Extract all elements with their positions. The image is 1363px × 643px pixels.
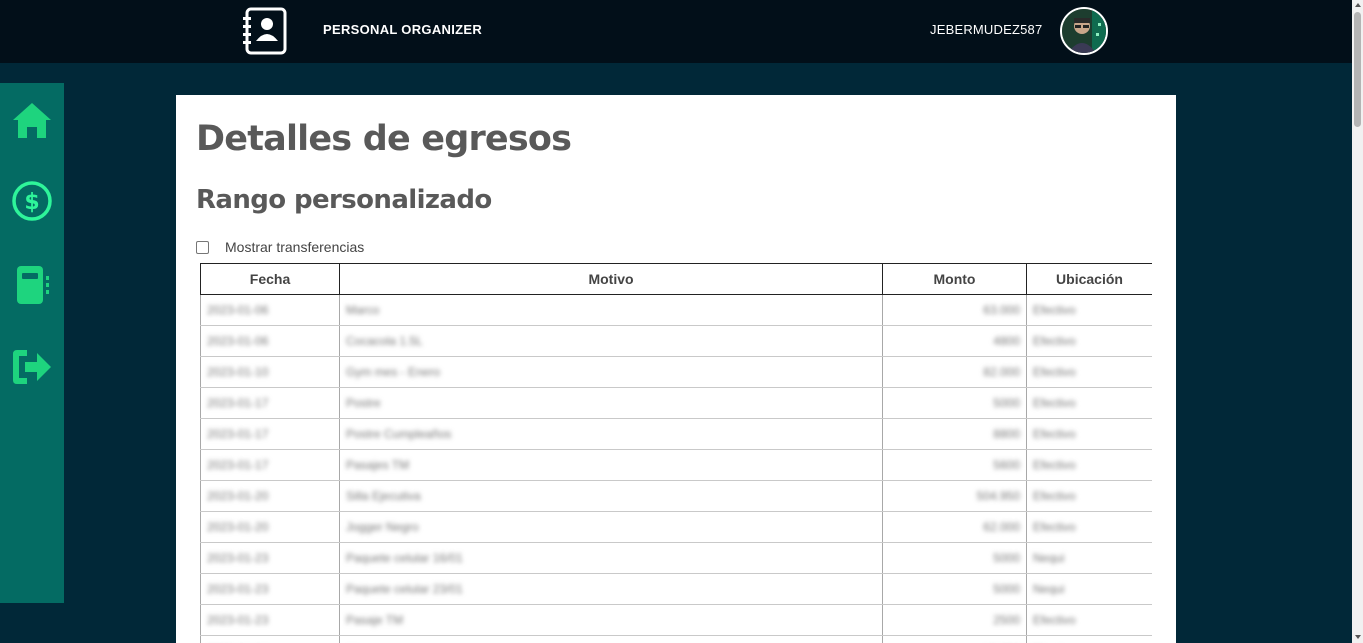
cell-motivo: Gym mes - Enero xyxy=(339,356,883,388)
cell-motivo: Postre xyxy=(339,387,883,419)
table-row[interactable]: 2023-01-10 Gym mes - Enero 82.000 Efectivo xyxy=(200,356,1152,388)
cell-monto: 5000 xyxy=(882,387,1027,419)
cell-motivo: Pasaje TM xyxy=(339,604,883,636)
cell-fecha: 2023-01-17 xyxy=(200,418,340,450)
show-transfers-label[interactable]: Mostrar transferencias xyxy=(225,239,364,255)
cell-fecha: 2023-01-06 xyxy=(200,325,340,357)
cell-fecha: 2023-01-23 xyxy=(200,573,340,605)
cell-ubicacion: Efectivo xyxy=(1026,511,1152,543)
dollar-icon[interactable]: $ xyxy=(10,179,54,223)
cell-ubicacion: Efectivo xyxy=(1026,294,1152,326)
logout-icon[interactable] xyxy=(10,345,54,389)
cell-motivo: Cocacola 1.5L xyxy=(339,325,883,357)
cell-monto: 63.000 xyxy=(882,294,1027,326)
cell-motivo: Silla Ejecutiva xyxy=(339,480,883,512)
table-header-row: Fecha Motivo Monto Ubicación xyxy=(200,263,1152,295)
cell-fecha: 2023-01-20 xyxy=(200,480,340,512)
table-row[interactable]: 2023-01-17 Pasajes TM 5600 Efectivo xyxy=(200,449,1152,481)
scroll-thumb[interactable] xyxy=(1354,12,1361,127)
cell-fecha: 2023-01-17 xyxy=(200,387,340,419)
cell-ubicacion: Efectivo xyxy=(1026,325,1152,357)
cell-motivo: Paquete celular 23/01 xyxy=(339,573,883,605)
username[interactable]: JEBERMUDEZ587 xyxy=(930,22,1042,37)
cell-monto: 5000 xyxy=(882,573,1027,605)
cell-monto: 62.000 xyxy=(882,511,1027,543)
user-avatar[interactable] xyxy=(1060,7,1108,55)
column-header-ubicacion[interactable]: Ubicación xyxy=(1026,263,1152,295)
cell-fecha: 2023-01-10 xyxy=(200,356,340,388)
svg-text:$: $ xyxy=(24,190,39,215)
cell-motivo: Postre Cumpleaños xyxy=(339,418,883,450)
cell-ubicacion: Nequi xyxy=(1026,542,1152,574)
cell-fecha: 2023-01-23 xyxy=(200,604,340,636)
scroll-down-arrow[interactable] xyxy=(1355,635,1361,639)
cell-ubicacion: Efectivo xyxy=(1026,356,1152,388)
cell-monto: 82.000 xyxy=(882,356,1027,388)
expenses-table: Fecha Motivo Monto Ubicación 2023-01-06 M… xyxy=(200,263,1152,643)
table-row[interactable]: 2023-01-20 Silla Ejecutiva 504.950 Efectivo xyxy=(200,480,1152,512)
cell-fecha: 2023-01-24 xyxy=(200,635,340,643)
cell-monto: 4800 xyxy=(882,325,1027,357)
column-header-fecha[interactable]: Fecha xyxy=(200,263,340,295)
contact-book-icon[interactable] xyxy=(241,7,289,55)
table-row[interactable]: 2023-01-20 Jogger Negro 62.000 Efectivo xyxy=(200,511,1152,543)
cell-ubicacion: Nequi xyxy=(1026,573,1152,605)
cell-monto: 5600 xyxy=(882,449,1027,481)
cell-fecha: 2023-01-20 xyxy=(200,511,340,543)
table-row[interactable]: 2023-01-24Almuerzo15.000Efectivo xyxy=(200,635,1152,643)
cell-motivo: Pasajes TM xyxy=(339,449,883,481)
cell-motivo: Marco xyxy=(339,294,883,326)
top-navbar: PERSONAL ORGANIZER JEBERMUDEZ587 xyxy=(0,0,1352,63)
notebook-icon[interactable] xyxy=(10,263,54,307)
sidebar: $ xyxy=(0,83,64,603)
table-body: 2023-01-06 Marco 63.000 Efectivo 2023-01-06 C… xyxy=(200,294,1152,643)
cell-fecha: 2023-01-17 xyxy=(200,449,340,481)
table-row[interactable]: 2023-01-23 Pasaje TM 2500 Efectivo xyxy=(200,604,1152,636)
page-scrollbar[interactable] xyxy=(1352,0,1363,643)
home-icon[interactable] xyxy=(10,99,54,143)
show-transfers-row[interactable]: Mostrar transferencias xyxy=(196,239,364,255)
table-row[interactable]: 2023-01-06 Marco 63.000 Efectivo xyxy=(200,294,1152,326)
cell-fecha: 2023-01-06 xyxy=(200,294,340,326)
cell-monto: 2500 xyxy=(882,604,1027,636)
cell-monto: 15.000 xyxy=(882,635,1027,643)
table-row[interactable]: 2023-01-06 Cocacola 1.5L 4800 Efectivo xyxy=(200,325,1152,357)
cell-ubicacion: Efectivo xyxy=(1026,449,1152,481)
cell-fecha: 2023-01-23 xyxy=(200,542,340,574)
section-title: Rango personalizado xyxy=(196,185,492,215)
cell-monto: 504.950 xyxy=(882,480,1027,512)
cell-motivo: Jogger Negro xyxy=(339,511,883,543)
table-row[interactable]: 2023-01-17 Postre 5000 Efectivo xyxy=(200,387,1152,419)
cell-monto: 5000 xyxy=(882,542,1027,574)
table-row[interactable]: 2023-01-23 Paquete celular 23/01 5000 Nequi xyxy=(200,573,1152,605)
table-row[interactable]: 2023-01-23 Paquete celular 16/01 5000 Nequi xyxy=(200,542,1152,574)
cell-ubicacion: Efectivo xyxy=(1026,418,1152,450)
cell-ubicacion: Efectivo xyxy=(1026,635,1152,643)
page-title: Detalles de egresos xyxy=(196,119,572,159)
cell-ubicacion: Efectivo xyxy=(1026,604,1152,636)
scroll-up-arrow[interactable] xyxy=(1355,3,1361,7)
column-header-motivo[interactable]: Motivo xyxy=(339,263,883,295)
expenses-table-container: Fecha Motivo Monto Ubicación 2023-01-06 M… xyxy=(200,263,1152,643)
show-transfers-checkbox[interactable] xyxy=(196,240,209,254)
cell-ubicacion: Efectivo xyxy=(1026,480,1152,512)
cell-motivo: Almuerzo xyxy=(339,635,883,643)
main-panel: Detalles de egresos Rango personalizado … xyxy=(176,95,1176,643)
cell-motivo: Paquete celular 16/01 xyxy=(339,542,883,574)
app-title[interactable]: PERSONAL ORGANIZER xyxy=(323,22,482,37)
cell-ubicacion: Efectivo xyxy=(1026,387,1152,419)
cell-monto: 8800 xyxy=(882,418,1027,450)
column-header-monto[interactable]: Monto xyxy=(882,263,1027,295)
table-row[interactable]: 2023-01-17 Postre Cumpleaños 8800 Efectivo xyxy=(200,418,1152,450)
